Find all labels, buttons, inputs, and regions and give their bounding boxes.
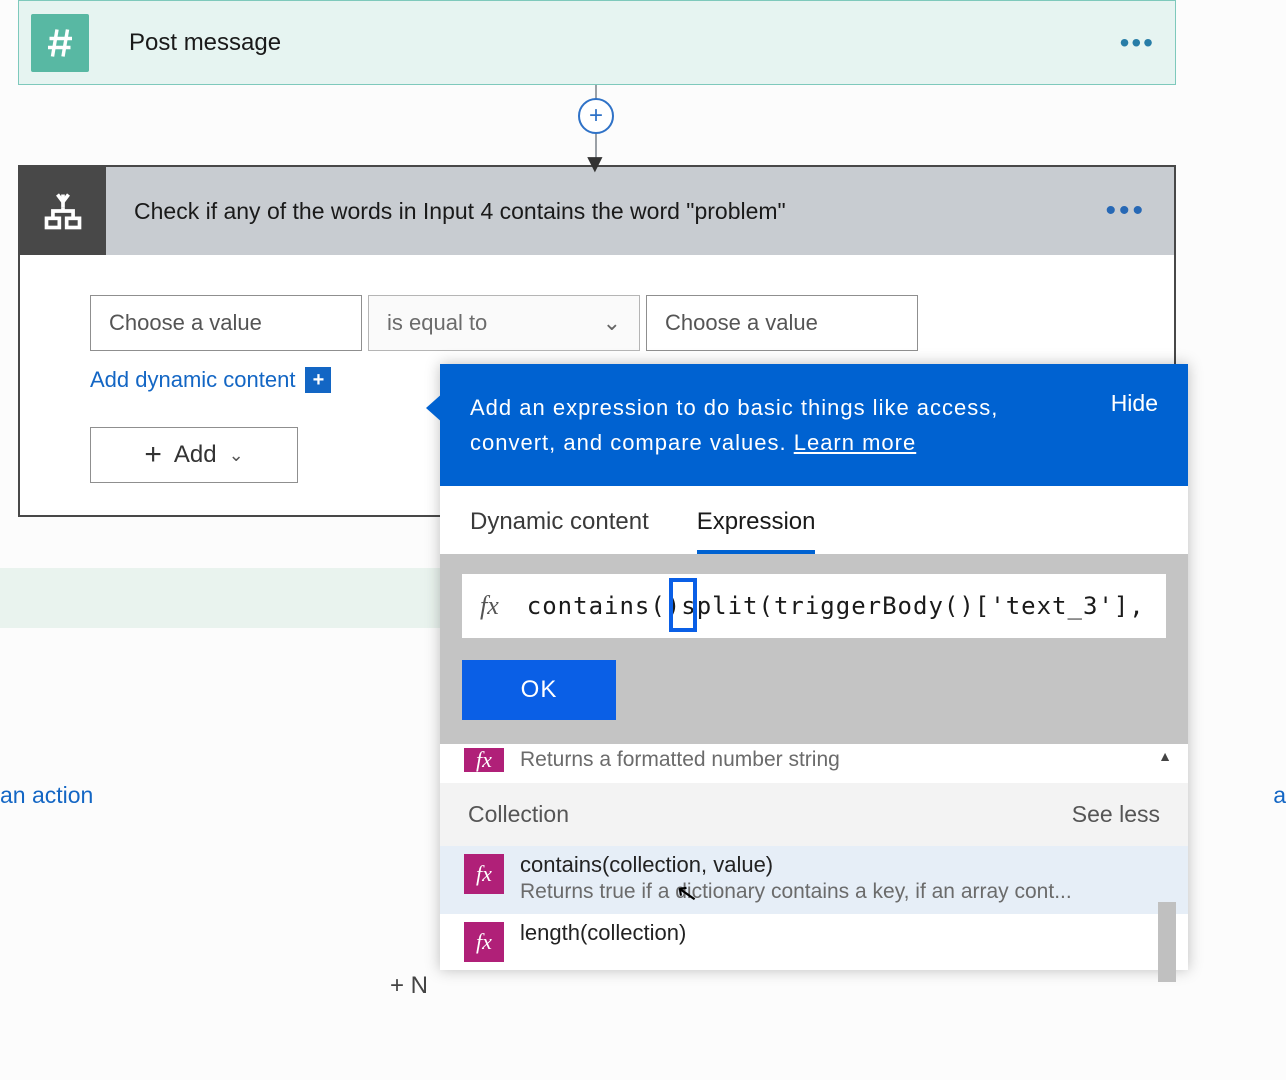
chevron-down-icon: ⌄ (229, 445, 244, 466)
background-stripe (0, 568, 440, 628)
fx-icon: fx (464, 854, 504, 894)
learn-more-link[interactable]: Learn more (794, 430, 917, 455)
section-name: Collection (468, 801, 569, 828)
fx-icon: fx (480, 591, 499, 621)
post-message-menu[interactable]: ••• (1120, 27, 1155, 59)
expression-value: contains()split(triggerBody()['text_3'],… (527, 592, 1148, 620)
condition-right-value[interactable] (646, 295, 918, 351)
hide-button[interactable]: Hide (1111, 390, 1158, 417)
plus-icon: + (144, 438, 162, 472)
arrow-down-icon: ▼ (582, 148, 608, 179)
condition-title: Check if any of the words in Input 4 con… (134, 198, 1105, 225)
post-message-title: Post message (129, 29, 1120, 57)
function-item-contains[interactable]: fx contains(collection, value) Returns t… (440, 846, 1188, 914)
function-section-header: Collection See less (440, 783, 1188, 846)
add-action-link-fragment[interactable]: an action (0, 782, 93, 809)
function-desc: Returns a formatted number string (520, 746, 1164, 774)
flyout-pointer (426, 392, 444, 424)
tab-expression[interactable]: Expression (697, 508, 816, 554)
tab-dynamic-content[interactable]: Dynamic content (470, 508, 649, 554)
post-message-card[interactable]: Post message ••• (18, 0, 1176, 85)
condition-left-value[interactable] (90, 295, 362, 351)
fx-icon: fx (464, 748, 504, 772)
fx-icon: fx (464, 922, 504, 962)
add-step-button[interactable]: + (578, 98, 614, 134)
expression-flyout: Add an expression to do basic things lik… (440, 364, 1188, 970)
function-desc: Returns true if a dictionary contains a … (520, 878, 1164, 906)
add-button-label: Add (174, 441, 217, 469)
add-dynamic-content-label: Add dynamic content (90, 367, 295, 393)
expression-input[interactable]: fx contains()split(triggerBody()['text_3… (462, 574, 1166, 638)
flyout-banner-text: Add an expression to do basic things lik… (470, 395, 998, 455)
flyout-banner: Add an expression to do basic things lik… (440, 364, 1188, 486)
expression-input-zone: fx contains()split(triggerBody()['text_3… (440, 554, 1188, 744)
condition-menu[interactable]: ••• (1105, 194, 1146, 228)
hash-icon (31, 14, 89, 72)
plus-icon: + (305, 367, 331, 393)
function-title: length(collection) (520, 920, 1164, 946)
condition-operator[interactable]: is equal to ⌄ (368, 295, 640, 351)
text-caret-highlight (669, 578, 697, 632)
scrollbar-thumb[interactable] (1158, 902, 1176, 982)
chevron-down-icon: ⌄ (603, 310, 621, 336)
add-condition-button[interactable]: + Add ⌄ (90, 427, 298, 483)
new-step-fragment[interactable]: + N (390, 972, 428, 1000)
condition-icon (20, 167, 106, 255)
see-less-link[interactable]: See less (1072, 801, 1160, 828)
function-title: contains(collection, value) (520, 852, 1164, 878)
condition-title-bar[interactable]: Check if any of the words in Input 4 con… (106, 167, 1174, 255)
scroll-up-icon[interactable]: ▲ (1158, 748, 1172, 764)
right-edge-fragment: a (1273, 782, 1286, 809)
ok-button[interactable]: OK (462, 660, 616, 720)
condition-operator-label: is equal to (387, 310, 487, 336)
function-list: ▲ fx Returns a formatted number string C… (440, 744, 1188, 970)
function-item[interactable]: fx Returns a formatted number string (440, 744, 1188, 782)
function-item-length[interactable]: fx length(collection) (440, 914, 1188, 970)
